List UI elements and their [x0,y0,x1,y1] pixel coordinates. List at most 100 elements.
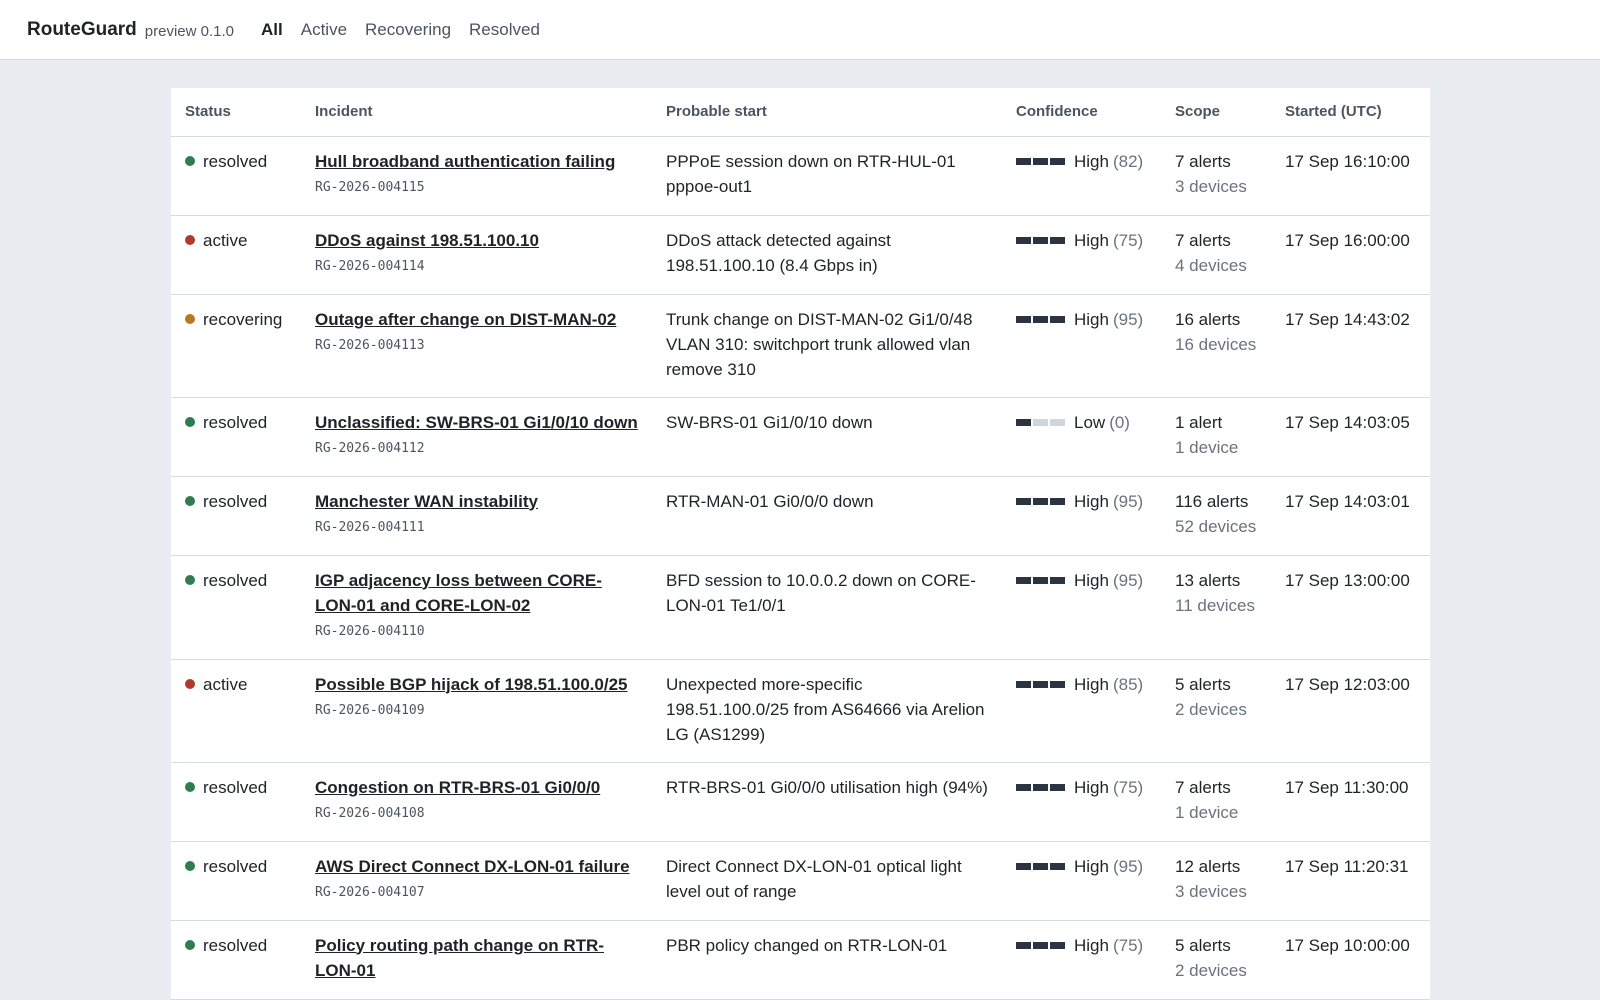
alert-count: 7 alerts [1175,230,1231,250]
incident-title-link[interactable]: Policy routing path change on RTR-LON-01 [315,936,604,980]
table-row[interactable]: active DDoS against 198.51.100.10 RG-202… [171,215,1430,295]
confidence-level: High [1074,674,1109,694]
alert-count: 12 alerts [1175,856,1241,876]
status-dot-icon [185,679,195,689]
started-time: 17 Sep 10:00:00 [1285,935,1410,955]
incident-title-link[interactable]: Congestion on RTR-BRS-01 Gi0/0/0 [315,778,600,797]
confidence-level: Low [1074,412,1106,432]
confidence-segment [1050,418,1065,426]
confidence-segment [1033,236,1048,244]
confidence-segment [1033,418,1048,426]
confidence-segment [1050,157,1065,165]
confidence-segment [1016,576,1031,584]
status-label: resolved [203,412,268,432]
table-row[interactable]: resolved Unclassified: SW-BRS-01 Gi1/0/1… [171,397,1430,477]
alert-count: 7 alerts [1175,151,1231,171]
alert-count: 5 alerts [1175,935,1231,955]
confidence-segment [1050,315,1065,323]
table-row[interactable]: resolved Manchester WAN instability RG-2… [171,476,1430,556]
status-dot-icon [185,156,195,166]
confidence-level: High [1074,935,1109,955]
status-label: resolved [203,935,268,955]
confidence-score: (95) [1112,491,1144,511]
device-count: 3 devices [1175,176,1247,196]
table-row[interactable]: active Possible BGP hijack of 198.51.100… [171,659,1430,763]
started-time: 17 Sep 14:03:01 [1285,491,1410,511]
incident-id: RG-2026-004110 [315,623,425,639]
incident-title-link[interactable]: Manchester WAN instability [315,492,538,511]
incident-title-link[interactable]: Outage after change on DIST-MAN-02 [315,310,616,329]
confidence-score: (95) [1112,570,1144,590]
incident-title-link[interactable]: Hull broadband authentication failing [315,152,615,171]
confidence-cell: High (82) [1016,149,1147,174]
status-cell: resolved [185,933,287,958]
incident-id: RG-2026-004113 [315,337,425,353]
confidence-segment [1016,862,1031,870]
confidence-level: High [1074,151,1109,171]
tab-recovering[interactable]: Recovering [365,20,451,40]
table-row[interactable]: resolved Congestion on RTR-BRS-01 Gi0/0/… [171,762,1430,842]
incident-title-link[interactable]: Unclassified: SW-BRS-01 Gi1/0/10 down [315,413,638,432]
confidence-cell: Low (0) [1016,410,1147,435]
filter-tabs: All Active Recovering Resolved [261,20,558,40]
status-label: resolved [203,491,268,511]
table-row[interactable]: resolved Hull broadband authentication f… [171,136,1430,216]
confidence-meter [1016,236,1067,244]
table-row[interactable]: recovering Outage after change on DIST-M… [171,294,1430,398]
probable-start: BFD session to 10.0.0.2 down on CORE-LON… [666,570,976,615]
confidence-meter [1016,576,1067,584]
probable-start: DDoS attack detected against 198.51.100.… [666,230,891,275]
confidence-segment [1050,497,1065,505]
device-count: 52 devices [1175,516,1257,536]
table-row[interactable]: resolved AWS Direct Connect DX-LON-01 fa… [171,841,1430,921]
top-bar: RouteGuard preview 0.1.0 All Active Reco… [0,0,1600,60]
confidence-level: High [1074,309,1109,329]
confidence-cell: High (95) [1016,568,1147,593]
status-cell: resolved [185,149,287,174]
confidence-level: High [1074,777,1109,797]
confidence-level: High [1074,570,1109,590]
table-row[interactable]: resolved IGP adjacency loss between CORE… [171,555,1430,660]
confidence-segment [1050,862,1065,870]
table-row[interactable]: resolved Policy routing path change on R… [171,920,1430,1000]
confidence-meter [1016,862,1067,870]
app-logo[interactable]: RouteGuard [27,19,137,41]
status-label: resolved [203,777,268,797]
started-time: 17 Sep 16:10:00 [1285,151,1410,171]
incident-title-link[interactable]: Possible BGP hijack of 198.51.100.0/25 [315,675,627,694]
confidence-meter [1016,315,1067,323]
tab-all[interactable]: All [261,20,283,40]
header-confidence: Confidence [1002,88,1161,137]
status-dot-icon [185,782,195,792]
alert-count: 1 alert [1175,412,1223,432]
incident-title-link[interactable]: AWS Direct Connect DX-LON-01 failure [315,857,630,876]
started-time: 17 Sep 16:00:00 [1285,230,1410,250]
table-header-row: Status Incident Probable start Confidenc… [171,88,1430,137]
probable-start: PBR policy changed on RTR-LON-01 [666,935,948,955]
header-incident: Incident [301,88,652,137]
alert-count: 116 alerts [1175,491,1249,511]
incident-title-link[interactable]: DDoS against 198.51.100.10 [315,231,539,250]
status-dot-icon [185,575,195,585]
incident-id: RG-2026-004107 [315,884,425,900]
alert-count: 16 alerts [1175,309,1241,329]
confidence-segment [1016,418,1031,426]
incident-title-link[interactable]: IGP adjacency loss between CORE-LON-01 a… [315,571,602,615]
confidence-score: (85) [1112,674,1144,694]
confidence-meter [1016,941,1067,949]
confidence-segment [1016,941,1031,949]
tab-active[interactable]: Active [301,20,347,40]
header-probable-start: Probable start [652,88,1002,137]
incident-id: RG-2026-004108 [315,805,425,821]
alert-count: 5 alerts [1175,674,1231,694]
tab-resolved[interactable]: Resolved [469,20,540,40]
confidence-segment [1033,497,1048,505]
status-dot-icon [185,417,195,427]
started-time: 17 Sep 11:30:00 [1285,777,1409,797]
status-cell: resolved [185,410,287,435]
status-cell: recovering [185,307,287,332]
confidence-score: (75) [1112,230,1144,250]
incident-id: RG-2026-004115 [315,179,425,195]
status-dot-icon [185,940,195,950]
confidence-segment [1050,236,1065,244]
